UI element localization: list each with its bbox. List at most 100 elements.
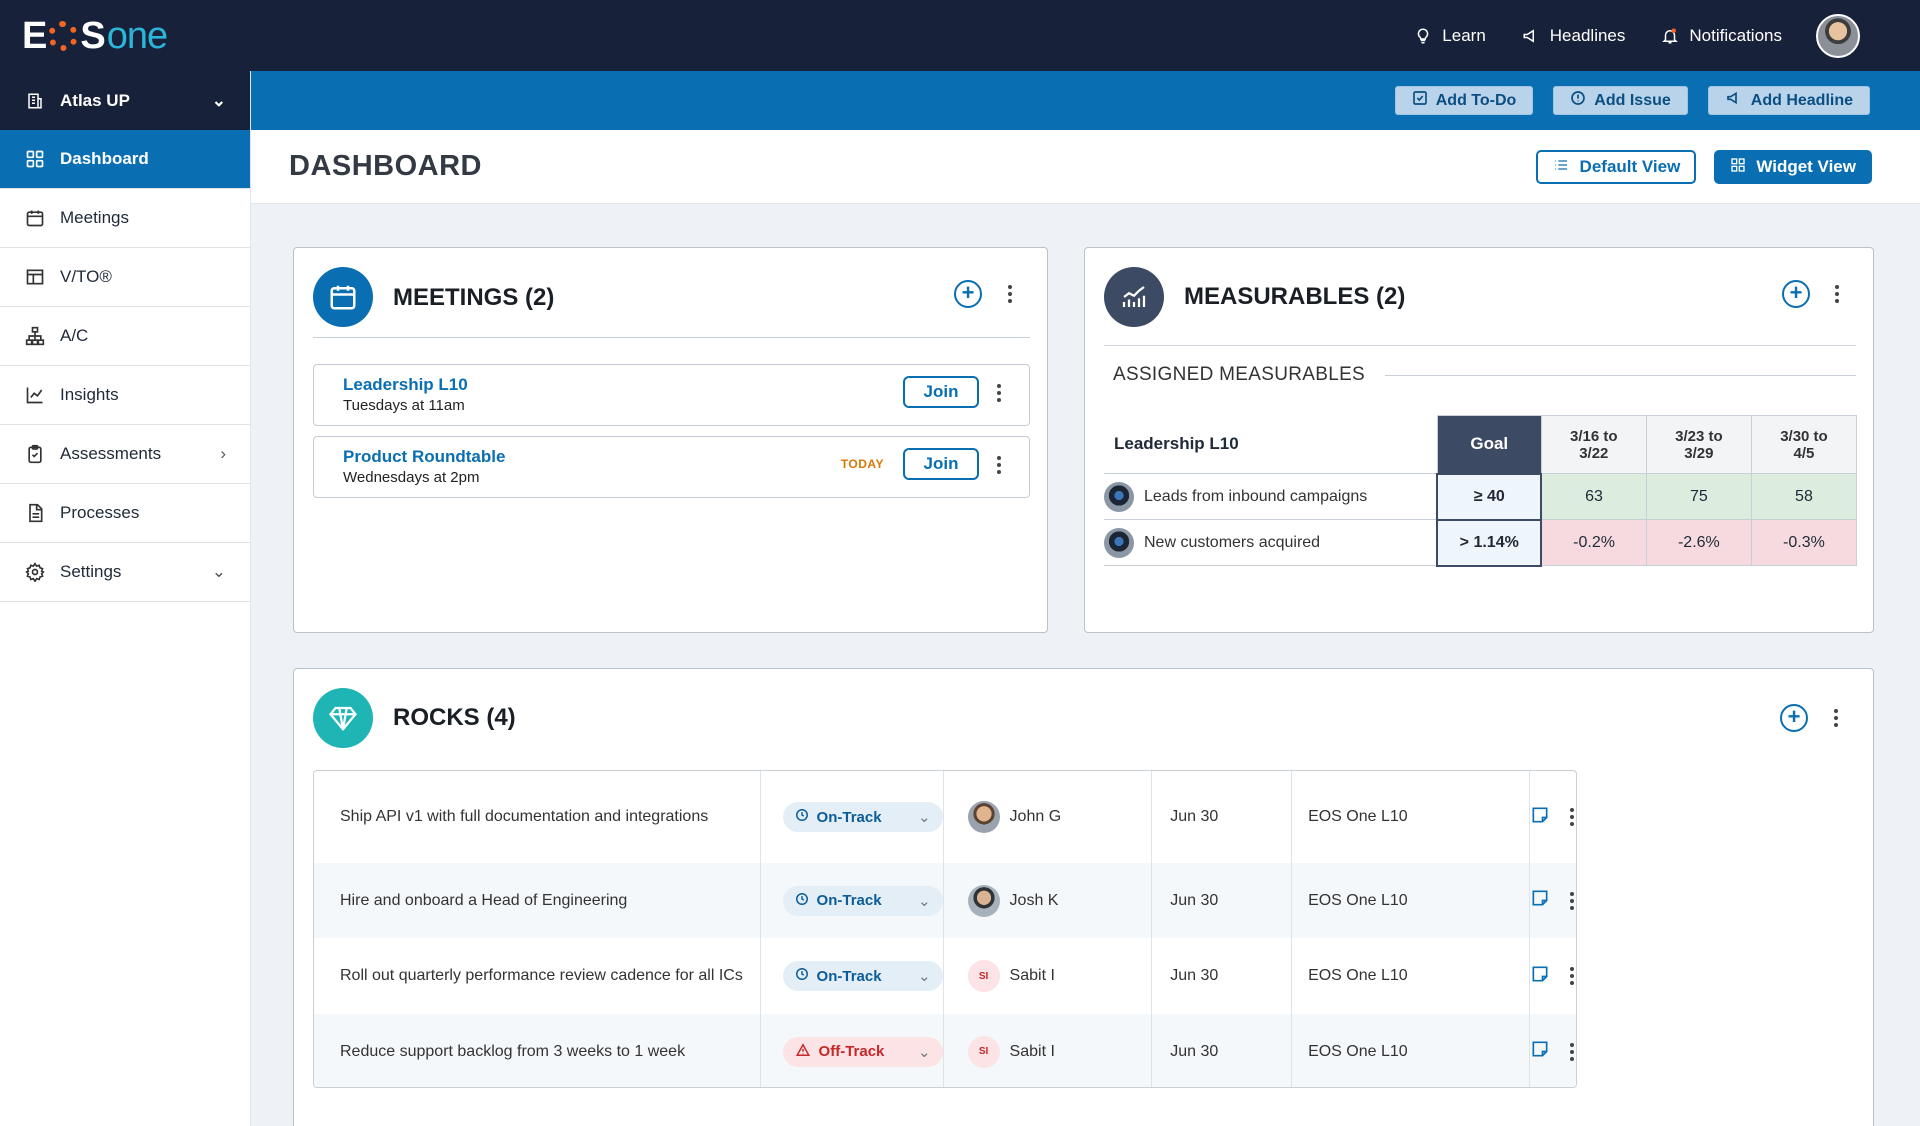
note-icon[interactable] (1530, 964, 1550, 989)
add-meeting-button[interactable]: + (954, 280, 982, 308)
top-nav: Learn Headlines Notifications (1412, 0, 1860, 71)
document-icon (24, 502, 46, 524)
note-icon[interactable] (1530, 888, 1550, 913)
org-switcher[interactable]: Atlas UP ⌄ (0, 71, 250, 130)
due-date: Jun 30 (1152, 771, 1293, 863)
table-row[interactable]: Reduce support backlog from 3 weeks to 1… (314, 1014, 1576, 1087)
status-dropdown[interactable]: On-Track ⌄ (782, 961, 943, 991)
default-view-button[interactable]: Default View (1535, 150, 1697, 184)
eosone-logo[interactable]: E Sone (22, 14, 168, 58)
goal-cell[interactable]: > 1.14% (1436, 518, 1543, 567)
meeting-name[interactable]: Leadership L10 (343, 375, 468, 395)
org-name: Atlas UP (60, 90, 130, 110)
goal-cell[interactable]: ≥ 40 (1436, 472, 1543, 521)
building-icon (24, 90, 46, 112)
widget-view-button[interactable]: Widget View (1714, 150, 1872, 184)
measurables-chart-icon (1104, 267, 1164, 327)
sidebar-item-label: V/TO® (60, 267, 112, 286)
measurable-name-cell[interactable]: New customers acquired (1104, 519, 1438, 566)
divider (1104, 345, 1856, 346)
meetings-menu-button[interactable] (1006, 285, 1014, 303)
notifications-label: Notifications (1689, 25, 1782, 45)
score-cell[interactable]: 63 (1540, 473, 1647, 520)
measurable-name: Leads from inbound campaigns (1144, 487, 1368, 505)
sidebar: Atlas UP ⌄ Dashboard Meetings V/TO® A/C … (0, 71, 251, 1126)
sidebar-item-insights[interactable]: Insights (0, 366, 250, 425)
avatar: SI (967, 1035, 1000, 1068)
owner-cell: SI Sabit I (944, 1014, 1153, 1087)
add-measurable-button[interactable]: + (1782, 280, 1810, 308)
add-headline-label: Add Headline (1750, 91, 1853, 109)
status-dropdown[interactable]: Off-Track ⌄ (782, 1036, 943, 1067)
row-menu-button[interactable] (1568, 967, 1576, 985)
measurables-widget: MEASURABLES (2) + ASSIGNED MEASURABLES L… (1084, 247, 1874, 633)
row-menu-button[interactable] (1568, 891, 1576, 910)
meeting-name[interactable]: Product Roundtable (343, 447, 505, 467)
rocks-table: Ship API v1 with full documentation and … (313, 770, 1577, 1088)
meetings-widget: MEETINGS (2) + Leadership L10 Tuesdays a… (293, 247, 1048, 633)
divider (313, 337, 1030, 338)
score-cell[interactable]: 58 (1750, 473, 1858, 520)
sidebar-item-dashboard[interactable]: Dashboard (0, 130, 250, 189)
learn-link[interactable]: Learn (1412, 25, 1486, 47)
sidebar-item-assessments[interactable]: Assessments › (0, 425, 250, 484)
sidebar-item-vto[interactable]: V/TO® (0, 248, 250, 307)
join-button[interactable]: Join (903, 448, 979, 480)
note-icon[interactable] (1530, 1039, 1550, 1064)
owner-name: Sabit I (1009, 967, 1055, 984)
add-todo-button[interactable]: Add To-Do (1394, 86, 1534, 115)
note-icon[interactable] (1530, 805, 1550, 830)
user-avatar[interactable] (1816, 13, 1860, 58)
measurable-name-cell[interactable]: Leads from inbound campaigns (1104, 473, 1438, 520)
chevron-down-icon: ⌄ (211, 90, 226, 110)
status-dropdown[interactable]: On-Track ⌄ (782, 885, 943, 916)
rocks-menu-button[interactable] (1832, 709, 1840, 727)
sidebar-item-settings[interactable]: Settings ⌄ (0, 543, 250, 602)
owner-cell: John G (944, 771, 1153, 863)
meeting-menu-button[interactable] (995, 456, 1003, 474)
learn-label: Learn (1442, 25, 1486, 45)
sidebar-item-meetings[interactable]: Meetings (0, 189, 250, 248)
status-label: On-Track (816, 808, 882, 826)
meeting-item[interactable]: Product Roundtable Wednesdays at 2pm TOD… (313, 436, 1030, 498)
join-button[interactable]: Join (903, 376, 979, 408)
meeting-item[interactable]: Leadership L10 Tuesdays at 11am Join (313, 364, 1030, 426)
headlines-link[interactable]: Headlines (1520, 25, 1625, 47)
sidebar-item-processes[interactable]: Processes (0, 484, 250, 543)
status-dropdown[interactable]: On-Track ⌄ (782, 802, 943, 832)
table-row[interactable]: Hire and onboard a Head of Engineering O… (314, 863, 1576, 938)
measurables-menu-button[interactable] (1833, 285, 1841, 303)
score-cell[interactable]: -2.6% (1645, 519, 1752, 566)
meeting-time: Wednesdays at 2pm (343, 469, 480, 486)
row-menu-button[interactable] (1568, 1042, 1576, 1061)
add-headline-button[interactable]: Add Headline (1707, 86, 1870, 115)
rock-title[interactable]: Reduce support backlog from 3 weeks to 1… (314, 1014, 761, 1087)
measurable-name: New customers acquired (1144, 533, 1321, 551)
score-cell[interactable]: -0.2% (1540, 519, 1647, 566)
rock-title[interactable]: Roll out quarterly performance review ca… (314, 938, 761, 1014)
rock-title[interactable]: Ship API v1 with full documentation and … (314, 771, 761, 863)
page-header: DASHBOARD Default View Widget View (251, 130, 1920, 204)
diamond-icon (313, 688, 373, 748)
add-issue-button[interactable]: Add Issue (1553, 86, 1688, 115)
meeting-name-cell: Leadership L10 (1104, 415, 1438, 474)
meeting-menu-button[interactable] (995, 384, 1003, 402)
table-row[interactable]: Ship API v1 with full documentation and … (314, 771, 1576, 863)
clock-icon (795, 808, 809, 826)
rock-meeting: EOS One L10 (1292, 863, 1530, 938)
rock-meeting: EOS One L10 (1292, 771, 1530, 863)
row-menu-button[interactable] (1568, 808, 1576, 826)
score-cell[interactable]: 75 (1645, 473, 1752, 520)
assigned-measurables-heading: ASSIGNED MEASURABLES (1113, 364, 1366, 385)
sidebar-item-ac[interactable]: A/C (0, 307, 250, 366)
rocks-widget: ROCKS (4) + Ship API v1 with full docume… (293, 668, 1874, 1126)
rock-title[interactable]: Hire and onboard a Head of Engineering (314, 863, 761, 938)
score-cell[interactable]: -0.3% (1750, 519, 1858, 566)
table-row[interactable]: Roll out quarterly performance review ca… (314, 938, 1576, 1014)
megaphone-icon (1520, 25, 1542, 47)
add-rock-button[interactable]: + (1780, 704, 1808, 732)
notifications-link[interactable]: Notifications (1659, 25, 1782, 47)
week-header: 3/23 to 3/29 (1645, 415, 1752, 474)
avatar: SI (967, 960, 1000, 992)
chevron-down-icon: ⌄ (917, 892, 931, 910)
